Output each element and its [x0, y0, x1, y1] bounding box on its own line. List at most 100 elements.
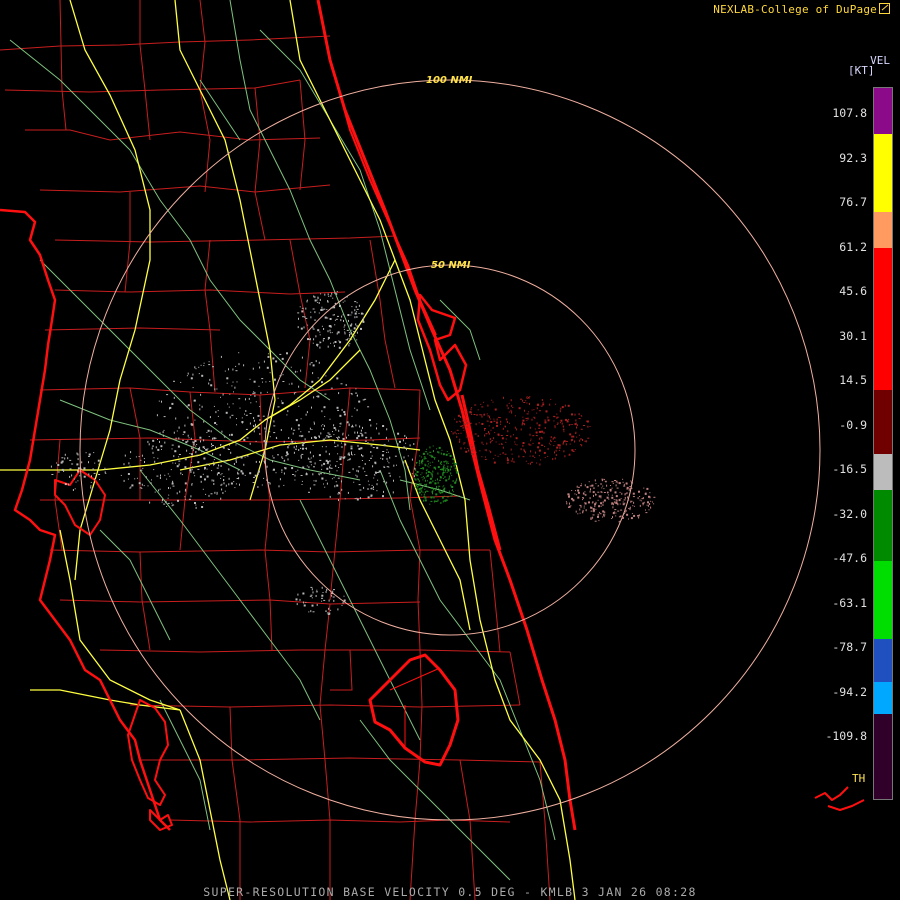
echo-pixel [246, 437, 249, 439]
echo-pixel [503, 396, 504, 399]
echo-pixel [149, 501, 151, 504]
echo-pixel [553, 445, 555, 447]
echo-pixel [469, 411, 471, 413]
echo-pixel [649, 492, 651, 494]
echo-pixel [351, 311, 353, 314]
echo-pixel [432, 480, 434, 483]
echo-pixel [338, 467, 340, 468]
echo-pixel [493, 458, 495, 460]
echo-pixel [494, 454, 496, 456]
echo-pixel [393, 464, 395, 467]
echo-pixel [192, 449, 194, 452]
echo-pixel [203, 420, 205, 423]
echo-pixel [356, 437, 359, 440]
echo-pixel [452, 480, 454, 482]
echo-pixel [582, 509, 584, 512]
echo-pixel [443, 467, 446, 469]
echo-pixel [310, 610, 312, 613]
echo-pixel [147, 440, 149, 443]
echo-pixel [176, 492, 178, 495]
echo-pixel [570, 505, 572, 507]
echo-pixel [626, 492, 628, 495]
echo-pixel [340, 319, 342, 322]
echo-pixel [536, 422, 538, 425]
echo-pixel [432, 461, 434, 463]
echo-pixel [235, 458, 237, 461]
echo-pixel [307, 457, 309, 460]
echo-pixel [513, 434, 514, 436]
echo-pixel [269, 431, 271, 433]
echo-pixel [188, 437, 190, 439]
echo-pixel [577, 513, 579, 515]
echo-pixel [149, 482, 152, 484]
echo-pixel [281, 469, 283, 472]
echo-pixel [236, 456, 239, 458]
echo-pixel [427, 490, 429, 492]
echo-pixel [267, 355, 270, 358]
echo-pixel [302, 316, 305, 318]
echo-pixel [77, 453, 79, 456]
echo-pixel [632, 492, 635, 495]
echo-pixel [161, 462, 162, 465]
echo-pixel [541, 437, 543, 440]
echo-pixel [423, 499, 425, 502]
echo-pixel [224, 490, 226, 492]
echo-pixel [375, 471, 378, 474]
echo-pixel [220, 497, 222, 500]
echo-pixel [322, 592, 324, 593]
echo-pixel [611, 494, 613, 496]
echo-pixel [492, 426, 494, 429]
echo-pixel [475, 423, 477, 426]
legend-segment-0 [874, 88, 892, 135]
echo-pixel [214, 422, 217, 424]
echo-pixel [442, 453, 445, 456]
echo-pixel [216, 467, 219, 469]
echo-pixel [617, 482, 619, 484]
echo-pixel [533, 416, 536, 418]
echo-pixel [325, 446, 327, 448]
echo-pixel [202, 473, 204, 475]
echo-pixel [339, 493, 341, 494]
echo-pixel [306, 465, 308, 467]
echo-pixel [254, 425, 256, 428]
echo-pixel [530, 438, 532, 440]
echo-pixel [64, 483, 67, 486]
echo-pixel [541, 399, 543, 401]
echo-pixel [310, 316, 312, 319]
echo-pixel [281, 471, 283, 473]
echo-pixel [420, 487, 423, 490]
echo-pixel [603, 488, 605, 490]
echo-pixel [494, 408, 497, 411]
echo-pixel [309, 363, 311, 366]
echo-pixel [257, 470, 260, 473]
echo-pixel [632, 496, 635, 498]
echo-pixel [568, 493, 570, 495]
echo-pixel [526, 402, 528, 404]
echo-pixel [348, 319, 349, 322]
echo-pixel [320, 309, 323, 311]
echo-pixel [207, 429, 210, 432]
echo-pixel [414, 477, 416, 480]
echo-pixel [291, 467, 293, 468]
echo-pixel [144, 461, 145, 463]
echo-pixel [460, 432, 462, 434]
echo-pixel [532, 455, 535, 457]
echo-pixel [608, 498, 610, 500]
echo-pixel [77, 470, 80, 473]
echo-pixel [380, 457, 382, 459]
echo-pixel [403, 456, 405, 459]
echo-pixel [333, 344, 335, 347]
echo-pixel [321, 410, 323, 413]
echo-pixel [330, 609, 332, 611]
echo-pixel [151, 479, 152, 481]
echo-pixel [88, 455, 90, 457]
echo-pixel [606, 496, 609, 499]
echo-pixel [587, 425, 589, 428]
echo-pixel [425, 458, 427, 460]
echo-pixel [129, 458, 131, 460]
echo-pixel [229, 416, 231, 419]
echo-pixel [329, 435, 332, 437]
echo-pixel [363, 317, 365, 320]
echo-pixel [491, 440, 493, 442]
echo-pixel [342, 601, 344, 604]
